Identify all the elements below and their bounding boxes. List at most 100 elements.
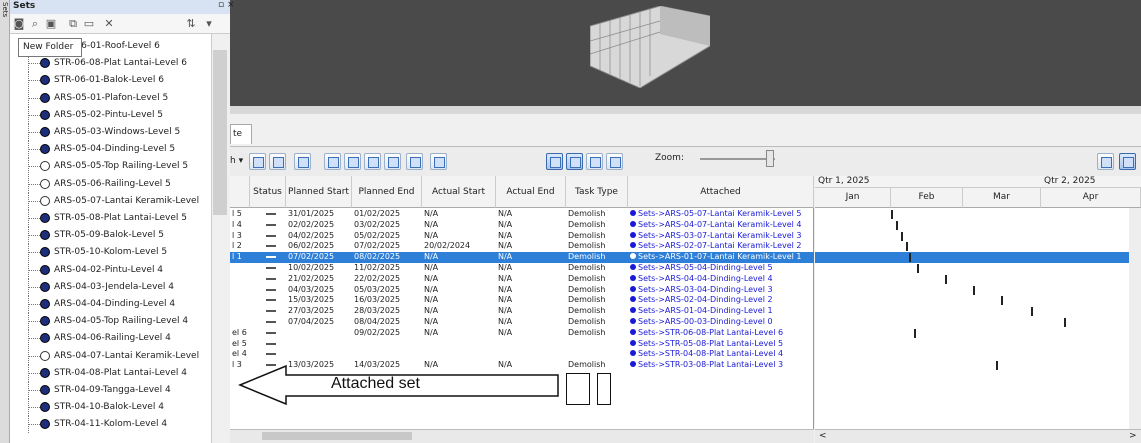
table-row[interactable]: el 6 09/02/2025 N/A N/A Demolish Sets->STR-06… xyxy=(230,328,814,339)
columns-button[interactable] xyxy=(430,153,447,170)
col-actual-start-header[interactable]: Actual Start xyxy=(422,176,496,208)
set-item[interactable]: ARS-05-03-Windows-Level 5 xyxy=(10,124,210,141)
set-item[interactable]: ARS-05-01-Plafon-Level 5 xyxy=(10,89,210,107)
set-item[interactable]: STR-04-11-Kolom-Level 4 xyxy=(10,416,210,434)
add-task-button[interactable] xyxy=(249,153,266,170)
view-table-button[interactable] xyxy=(546,153,563,170)
col-attached-header[interactable]: Attached xyxy=(628,176,814,208)
col-planned-end-header[interactable]: Planned End xyxy=(352,176,422,208)
tab-timeliner[interactable]: te xyxy=(230,124,252,144)
delete-icon[interactable]: ✕ xyxy=(102,17,116,31)
view-gantt-button[interactable] xyxy=(566,153,583,170)
zoom-slider-track[interactable] xyxy=(700,158,775,160)
set-item[interactable]: STR-05-10-Kolom-Level 5 xyxy=(10,244,210,262)
cell-attached[interactable]: Sets->ARS-05-04-Dinding-Level 5 xyxy=(630,263,814,274)
table-row[interactable]: el 4 Sets->STR-04-08-Plat Lantai-Level 4 xyxy=(230,349,814,360)
cell-attached[interactable]: Sets->ARS-02-04-Dinding-Level 2 xyxy=(630,295,814,306)
set-item[interactable]: STR-04-08-Plat Lantai-Level 4 xyxy=(10,364,210,382)
view-both-button[interactable] xyxy=(586,153,603,170)
cell-attached[interactable]: Sets->ARS-03-07-Lantai Keramik-Level 3 xyxy=(630,231,814,242)
new-folder-icon[interactable]: ▣ xyxy=(44,17,58,31)
panel-close-icon[interactable]: ▫ × xyxy=(218,0,235,10)
gantt-vertical-scrollbar[interactable] xyxy=(1129,208,1141,429)
cell-attached[interactable]: Sets->ARS-04-07-Lantai Keramik-Level 4 xyxy=(630,220,814,231)
indent-button[interactable] xyxy=(364,153,381,170)
cell-attached[interactable]: Sets->ARS-03-04-Dinding-Level 3 xyxy=(630,285,814,296)
set-item[interactable]: ARS-04-03-Jendela-Level 4 xyxy=(10,278,210,296)
table-row[interactable]: 21/02/2025 22/02/2025 N/A N/A Demolish Sets->… xyxy=(230,274,814,285)
col-actual-end-header[interactable]: Actual End xyxy=(496,176,566,208)
auto-add-button[interactable] xyxy=(324,153,341,170)
zoom-slider-thumb[interactable] xyxy=(766,150,774,167)
gantt-bar[interactable] xyxy=(1001,296,1003,306)
table-row[interactable]: 15/03/2025 16/03/2025 N/A N/A Demolish Sets->… xyxy=(230,295,814,306)
duplicate-icon[interactable]: ⧉ xyxy=(66,17,80,31)
gantt-bar[interactable] xyxy=(945,274,947,284)
table-row[interactable]: 10/02/2025 11/02/2025 N/A N/A Demolish Sets->… xyxy=(230,263,814,274)
sets-scroll-thumb[interactable] xyxy=(213,50,227,215)
table-row[interactable]: l 4 02/02/2025 03/02/2025 N/A N/A Demolish Set… xyxy=(230,220,814,231)
comment-button[interactable] xyxy=(406,153,423,170)
gantt-bar[interactable] xyxy=(1031,307,1033,317)
cell-attached[interactable]: Sets->ARS-02-07-Lantai Keramik-Level 2 xyxy=(630,241,814,252)
3d-viewport[interactable] xyxy=(230,0,1141,106)
table-scroll-thumb[interactable] xyxy=(262,432,412,440)
sort-icon[interactable]: ⇅ xyxy=(184,17,198,31)
save-search-icon[interactable]: ⌕ xyxy=(28,17,42,31)
gantt-horizontal-scrollbar[interactable]: < > xyxy=(815,429,1141,443)
scroll-right-icon[interactable]: > xyxy=(1129,431,1137,441)
set-item[interactable]: ARS-05-06-Railing-Level 5 xyxy=(10,175,210,193)
cell-attached[interactable]: Sets->STR-04-08-Plat Lantai-Level 4 xyxy=(630,349,814,360)
view-chart-button[interactable] xyxy=(606,153,623,170)
gantt-bar[interactable] xyxy=(909,253,911,263)
gantt-bar[interactable] xyxy=(914,328,916,338)
gantt-bar[interactable] xyxy=(973,285,975,295)
gantt-bar[interactable] xyxy=(891,210,893,219)
col-planned-start-header[interactable]: Planned Start xyxy=(286,176,352,208)
col-status-header[interactable]: Status xyxy=(250,176,286,208)
set-item[interactable]: ARS-05-04-Dinding-Level 5 xyxy=(10,141,210,159)
table-row[interactable]: l 1 07/02/2025 08/02/2025 N/A N/A Demolish Set… xyxy=(230,252,814,263)
gantt-bar[interactable] xyxy=(901,231,903,241)
export-button[interactable] xyxy=(1097,153,1114,170)
viewport-scrollbar[interactable] xyxy=(230,106,1141,114)
cell-attached[interactable]: Sets->ARS-04-04-Dinding-Level 4 xyxy=(630,274,814,285)
table-row[interactable]: 04/03/2025 05/03/2025 N/A N/A Demolish Sets->… xyxy=(230,285,814,296)
cell-attached[interactable]: Sets->ARS-01-04-Dinding-Level 1 xyxy=(630,306,814,317)
gantt-bar[interactable] xyxy=(996,361,998,371)
table-row[interactable]: 27/03/2025 28/03/2025 N/A N/A Demolish Sets->… xyxy=(230,306,814,317)
set-item[interactable]: STR-06-01-Balok-Level 6 xyxy=(10,72,210,90)
table-row[interactable]: l 2 06/02/2025 07/02/2025 20/02/2024 N/A Demo… xyxy=(230,241,814,252)
outdent-button[interactable] xyxy=(384,153,401,170)
table-row[interactable]: l 3 04/02/2025 05/02/2025 N/A N/A Demolish Set… xyxy=(230,231,814,242)
table-row[interactable]: el 5 Sets->STR-05-08-Plat Lantai-Level 5 xyxy=(230,339,814,350)
cell-attached[interactable]: Sets->ARS-01-07-Lantai Keramik-Level 1 xyxy=(630,252,814,263)
set-item[interactable]: STR-04-10-Balok-Level 4 xyxy=(10,399,210,417)
table-row[interactable]: l 5 31/01/2025 01/02/2025 N/A N/A Demolish Set… xyxy=(230,209,814,220)
sets-side-tab[interactable]: Sets xyxy=(0,0,10,443)
filter-button[interactable] xyxy=(344,153,361,170)
cell-attached[interactable]: Sets->ARS-05-07-Lantai Keramik-Level 5 xyxy=(630,209,814,220)
col-task-type-header[interactable]: Task Type xyxy=(566,176,628,208)
import-export-icon[interactable]: ▾ xyxy=(202,17,216,31)
cell-attached[interactable]: Sets->STR-06-08-Plat Lantai-Level 6 xyxy=(630,328,814,339)
cell-attached[interactable]: Sets->ARS-00-03-Dinding-Level 0 xyxy=(630,317,814,328)
set-item[interactable]: STR-04-09-Tangga-Level 4 xyxy=(10,382,210,399)
cell-attached[interactable]: Sets->STR-05-08-Plat Lantai-Level 5 xyxy=(630,339,814,350)
col-name-header[interactable] xyxy=(230,176,250,208)
gantt-bar[interactable] xyxy=(917,264,919,273)
set-item[interactable]: STR-05-08-Plat Lantai-Level 5 xyxy=(10,210,210,227)
set-item[interactable]: ARS-04-04-Dinding-Level 4 xyxy=(10,296,210,313)
gantt-bar[interactable] xyxy=(1064,318,1066,327)
gantt-bar[interactable] xyxy=(906,242,908,252)
gantt-bar[interactable] xyxy=(896,220,898,230)
set-item[interactable]: ARS-04-06-Railing-Level 4 xyxy=(10,330,210,348)
set-item[interactable]: STR-06-08-Plat Lantai-Level 6 xyxy=(10,55,210,73)
comment-icon[interactable]: ▭ xyxy=(82,17,96,31)
set-item[interactable]: ARS-04-02-Pintu-Level 4 xyxy=(10,261,210,279)
set-item[interactable]: STR-05-09-Balok-Level 5 xyxy=(10,227,210,245)
attach-button[interactable] xyxy=(294,153,311,170)
table-row[interactable]: 07/04/2025 08/04/2025 N/A N/A Demolish Sets->… xyxy=(230,317,814,328)
set-item[interactable]: ARS-04-07-Lantai Keramik-Level xyxy=(10,347,210,365)
toolbar-dropdown-arrow[interactable]: h ▾ xyxy=(230,156,243,166)
